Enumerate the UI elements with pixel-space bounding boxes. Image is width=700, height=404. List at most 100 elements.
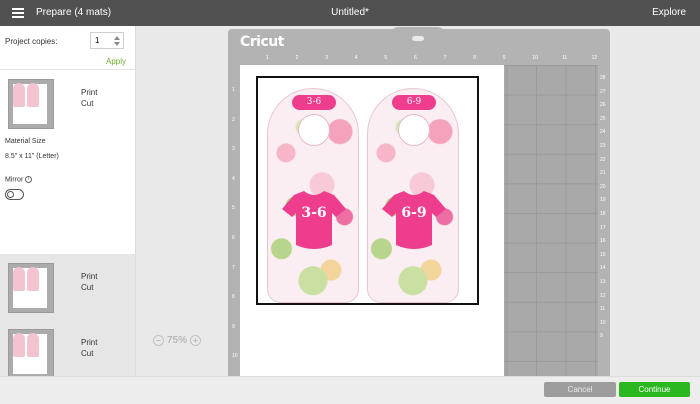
mat-thumbnail <box>8 79 54 129</box>
zoom-out-icon[interactable]: − <box>153 334 164 346</box>
project-copies-value: 1 <box>95 36 100 45</box>
zoom-control: − 75% + <box>153 332 202 348</box>
material-settings: Material Size 8.5" x 11" (Letter) Mirror… <box>0 136 135 254</box>
ruler-tick-label: 28 <box>600 75 606 81</box>
print-then-cut-frame: 3-6 3-6 6-9 6-9 <box>256 76 479 305</box>
footer-bar: Cancel Continue <box>0 376 700 404</box>
mat-handle-hole <box>412 36 424 41</box>
ruler-tick-label: 13 <box>600 279 606 285</box>
zoom-in-icon[interactable]: + <box>190 334 202 346</box>
ruler-tick-label: 27 <box>600 88 606 95</box>
mirror-label: Mirror i <box>5 176 33 183</box>
ruler-tick-label: 6 <box>232 235 235 241</box>
cancel-button[interactable]: Cancel <box>544 382 616 397</box>
ruler-left: 1 2 3 4 5 6 7 8 9 10 <box>228 57 240 387</box>
ruler-tick-label: 2 <box>295 55 299 61</box>
mat-item-1[interactable]: Print Cut <box>0 70 135 136</box>
mat-cut-label: Cut <box>81 99 94 108</box>
mat-label: Print Cut <box>81 271 97 293</box>
ruler-tick-label: 26 <box>600 102 606 109</box>
tag-size-large: 6-9 <box>401 205 427 221</box>
ruler-right: 28 27 26 25 24 23 22 21 20 19 18 17 16 15 14 13 12 11 10 9 <box>598 57 610 387</box>
mat-item-2[interactable]: Print Cut <box>0 254 135 320</box>
page-title: Prepare (4 mats) <box>36 7 112 18</box>
ruler-tick-label: 17 <box>600 224 606 231</box>
ruler-tick-label: 3 <box>232 146 235 153</box>
project-copies-input[interactable]: 1 <box>90 32 124 49</box>
ruler-tick-label: 4 <box>354 55 358 61</box>
ruler-tick-label: 21 <box>600 170 606 177</box>
top-bar: Prepare (4 mats) Untitled* Explore <box>0 0 700 26</box>
mat-print-label: Print <box>81 272 98 281</box>
mat-print-label: Print <box>81 88 98 97</box>
mat-cut-label: Cut <box>81 349 94 358</box>
cutting-mat: Cricut 1 2 3 4 5 6 7 8 9 10 11 12 1 2 3 4 5 6 7 8 9 10 28 27 2… <box>228 27 610 385</box>
menu-icon[interactable] <box>12 8 24 18</box>
mat-cut-label: Cut <box>81 283 94 292</box>
ruler-tick-label: 7 <box>443 55 447 61</box>
info-icon[interactable]: i <box>25 176 33 183</box>
ruler-tick-label: 9 <box>502 55 506 61</box>
brand-logo: Cricut <box>240 34 284 50</box>
mat-print-label: Print <box>81 338 98 347</box>
ruler-tick-label: 11 <box>562 55 568 61</box>
tag-hole <box>398 114 430 146</box>
tag-size-pill: 6-9 <box>392 95 436 110</box>
ruler-tick-label: 1 <box>266 55 269 61</box>
door-hanger-tag[interactable]: 6-9 6-9 <box>367 88 459 303</box>
ruler-tick-label: 2 <box>232 116 235 123</box>
ruler-tick-label: 15 <box>600 251 606 258</box>
toggle-knob <box>7 191 14 198</box>
zoom-level: 75% <box>167 334 188 346</box>
ruler-tick-label: 20 <box>600 183 606 190</box>
ruler-tick-label: 12 <box>600 292 606 299</box>
ruler-tick-label: 16 <box>600 238 606 245</box>
ruler-tick-label: 25 <box>600 115 606 122</box>
ruler-tick-label: 24 <box>600 129 606 136</box>
ruler-tick-label: 22 <box>600 156 606 163</box>
mat-label: Print Cut <box>81 87 97 109</box>
mat-thumbnail <box>8 263 54 313</box>
material-size-label: Material Size <box>5 138 46 145</box>
ruler-tick-label: 3 <box>325 55 328 61</box>
mat-canvas: − 75% + Cricut 1 2 3 4 5 6 7 8 9 10 11 12 123456789… <box>137 26 700 385</box>
ruler-tick-label: 10 <box>232 353 238 360</box>
paper-sheet: 3-6 3-6 6-9 6-9 <box>240 65 504 385</box>
mat-label: Print Cut <box>81 337 97 359</box>
ruler-tick-label: 5 <box>232 205 235 212</box>
project-copies-row: Project copies: 1 Apply <box>0 26 135 70</box>
onesie-icon <box>382 191 446 249</box>
door-hanger-tag[interactable]: 3-6 3-6 <box>267 88 359 303</box>
ruler-tick-label: 9 <box>600 333 603 340</box>
ruler-tick-label: 8 <box>473 55 476 61</box>
ruler-tick-label: 8 <box>232 294 235 301</box>
ruler-tick-label: 4 <box>232 175 235 182</box>
project-copies-label: Project copies: <box>5 37 58 46</box>
ruler-tick-label: 6 <box>414 55 417 61</box>
ruler-tick-label: 10 <box>600 319 606 326</box>
stepper-up-icon[interactable] <box>114 36 120 40</box>
ruler-tick-label: 11 <box>600 306 606 313</box>
onesie-icon <box>282 191 346 249</box>
mirror-toggle[interactable] <box>5 189 24 200</box>
ruler-tick-label: 18 <box>600 211 606 217</box>
stepper-down-icon[interactable] <box>114 42 120 46</box>
ruler-tick-label: 10 <box>532 55 538 61</box>
apply-button[interactable]: Apply <box>106 57 126 66</box>
ruler-top: 1 2 3 4 5 6 7 8 9 10 11 12 <box>240 53 602 65</box>
explore-link[interactable]: Explore <box>652 7 686 18</box>
ruler-tick-label: 19 <box>600 197 606 204</box>
ruler-tick-label: 9 <box>232 323 235 330</box>
continue-button[interactable]: Continue <box>619 382 690 397</box>
material-size-value[interactable]: 8.5" x 11" (Letter) <box>5 153 59 160</box>
ruler-tick-label: 1 <box>232 87 235 93</box>
ruler-tick-label: 12 <box>591 55 598 61</box>
tag-size-large: 3-6 <box>301 205 327 221</box>
mats-sidebar: Project copies: 1 Apply Print Cut Materi… <box>0 26 136 386</box>
tag-size-pill: 3-6 <box>292 95 336 110</box>
ruler-tick-label: 5 <box>384 55 388 61</box>
ruler-tick-label: 23 <box>600 143 606 149</box>
ruler-tick-label: 14 <box>600 265 606 272</box>
tag-hole <box>298 114 330 146</box>
ruler-tick-label: 7 <box>232 264 235 271</box>
